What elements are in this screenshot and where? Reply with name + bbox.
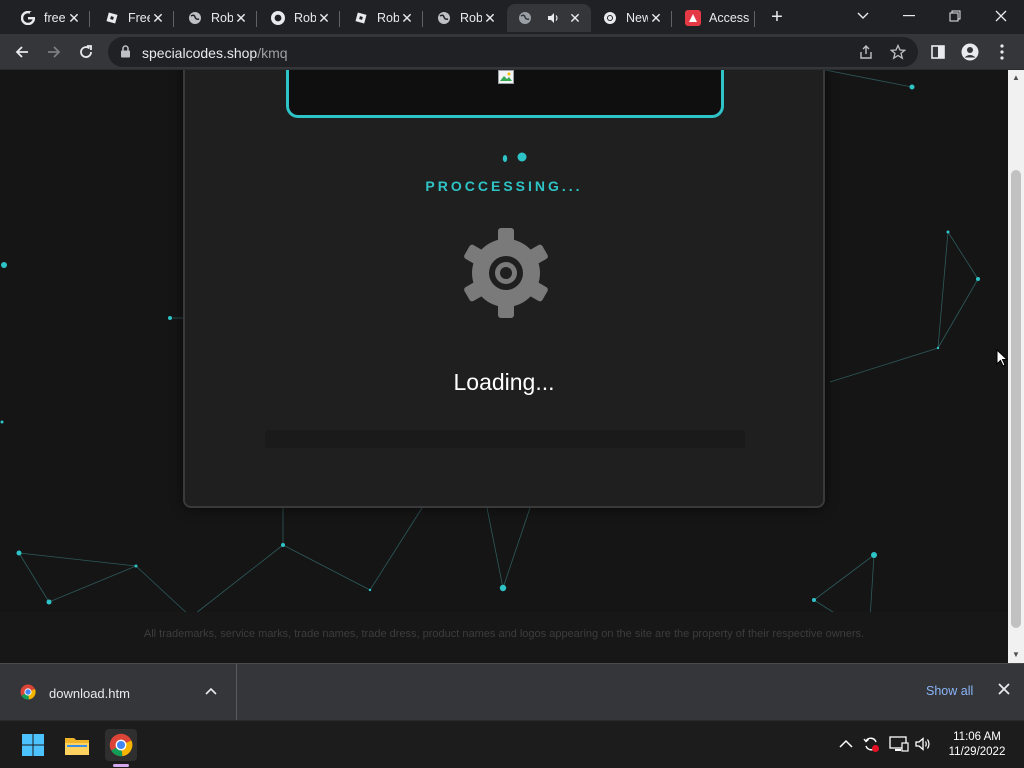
tab-search-icon[interactable] [840, 0, 886, 32]
forward-button[interactable] [40, 38, 68, 66]
close-tab-icon[interactable]: ✕ [648, 10, 664, 26]
loading-dots-icon [502, 152, 527, 162]
globe-icon [187, 10, 203, 26]
close-window-button[interactable] [978, 0, 1024, 32]
roblox-icon [104, 10, 120, 26]
chrome-icon [602, 10, 618, 26]
tab-separator [173, 11, 174, 27]
volume-icon[interactable] [914, 735, 932, 756]
tab-title: Robl [211, 11, 233, 25]
close-tab-icon[interactable]: ✕ [150, 10, 166, 26]
file-explorer-icon[interactable] [61, 729, 93, 761]
close-tab-icon[interactable]: ✕ [482, 10, 498, 26]
share-icon[interactable] [856, 42, 876, 62]
close-download-bar-icon[interactable] [998, 682, 1010, 700]
back-button[interactable] [8, 38, 36, 66]
tab-3[interactable]: Robl ✕ [177, 4, 257, 32]
loading-card: PROCCESSING... Loading... [183, 70, 825, 508]
lock-icon[interactable] [120, 45, 131, 63]
roblox-logo-icon [270, 10, 286, 26]
active-app-indicator [113, 764, 129, 767]
adobe-icon [685, 10, 701, 26]
close-tab-icon[interactable]: ✕ [399, 10, 415, 26]
close-tab-icon[interactable]: ✕ [567, 10, 583, 26]
url-text: specialcodes.shop/kmq [142, 45, 288, 61]
close-tab-icon[interactable]: ✕ [66, 10, 82, 26]
tab-5[interactable]: Robl ✕ [343, 4, 423, 32]
gear-icon [464, 228, 548, 318]
browser-toolbar: specialcodes.shop/kmq [0, 34, 1024, 70]
tab-2[interactable]: Free ✕ [94, 4, 174, 32]
show-all-downloads-link[interactable]: Show all [926, 684, 973, 698]
tab-9[interactable]: Access [675, 4, 755, 32]
processing-label: PROCCESSING... [425, 178, 583, 194]
page-viewport: PROCCESSING... Loading... All trademarks… [0, 70, 1008, 663]
chrome-taskbar-icon[interactable] [105, 729, 137, 761]
tab-8[interactable]: New ✕ [592, 4, 672, 32]
tab-1[interactable]: free ✕ [10, 4, 90, 32]
tab-separator [754, 11, 755, 27]
page-footer: All trademarks, service marks, trade nam… [0, 612, 1008, 663]
windows-logo-icon [22, 734, 44, 756]
url-path: /kmq [257, 45, 288, 61]
broken-image-icon [498, 70, 514, 84]
menu-kebab-icon[interactable] [988, 38, 1016, 66]
clock-time: 11:06 AM [953, 731, 1001, 743]
tab-title: Robl [294, 11, 316, 25]
restore-button[interactable] [932, 0, 978, 32]
reload-button[interactable] [72, 38, 100, 66]
download-bar: download.htm Show all [0, 663, 1024, 720]
chrome-file-icon [20, 684, 36, 705]
bookmark-star-icon[interactable] [888, 42, 908, 62]
windows-taskbar: 11:06 AM 11/29/2022 [0, 720, 1024, 768]
scrollbar-thumb[interactable] [1011, 170, 1021, 628]
tab-title: New [626, 11, 648, 25]
tab-title: free [44, 11, 66, 25]
mouse-cursor-icon [996, 349, 1008, 367]
tab-title: Free [128, 11, 150, 25]
tab-strip: free ✕ Free ✕ Robl ✕ Robl ✕ Robl ✕ [0, 0, 1024, 34]
globe-icon [436, 10, 452, 26]
footer-disclaimer: All trademarks, service marks, trade nam… [143, 628, 865, 640]
tab-6[interactable]: Robl ✕ [426, 4, 506, 32]
chevron-up-tray-icon[interactable] [839, 737, 853, 752]
side-panel-icon[interactable] [924, 38, 952, 66]
chevron-up-icon[interactable] [205, 684, 217, 698]
globe-icon [517, 10, 533, 26]
tab-7-active[interactable]: ✕ [507, 4, 591, 32]
network-icon[interactable] [889, 735, 909, 756]
download-filename: download.htm [49, 686, 130, 701]
google-icon [20, 10, 36, 26]
download-item[interactable]: download.htm [0, 664, 237, 720]
image-frame [286, 70, 724, 118]
tab-separator [339, 11, 340, 27]
url-domain: specialcodes.shop [142, 45, 258, 61]
tab-title: Access [709, 11, 749, 25]
close-tab-icon[interactable]: ✕ [233, 10, 249, 26]
scroll-down-icon[interactable]: ▼ [1011, 650, 1021, 660]
page-scrollbar[interactable]: ▲ ▼ [1008, 70, 1024, 663]
roblox-icon [353, 10, 369, 26]
tab-separator [89, 11, 90, 27]
speaker-icon[interactable] [545, 10, 561, 26]
tab-title: Robl [377, 11, 399, 25]
start-button[interactable] [17, 729, 49, 761]
tab-separator [422, 11, 423, 27]
progress-bar [265, 430, 745, 448]
sync-icon[interactable] [862, 735, 880, 756]
clock-date: 11/29/2022 [948, 746, 1006, 758]
tab-separator [256, 11, 257, 27]
scroll-up-icon[interactable]: ▲ [1011, 73, 1021, 83]
close-tab-icon[interactable]: ✕ [316, 10, 332, 26]
minimize-button[interactable] [886, 0, 932, 32]
loading-text: Loading... [453, 369, 555, 395]
tab-4[interactable]: Robl ✕ [260, 4, 340, 32]
new-tab-button[interactable]: + [764, 6, 790, 30]
profile-icon[interactable] [956, 38, 984, 66]
tab-separator [671, 11, 672, 27]
tab-title: Robl [460, 11, 482, 25]
system-clock[interactable]: 11:06 AM 11/29/2022 [942, 730, 1012, 760]
address-bar[interactable]: specialcodes.shop/kmq [108, 37, 918, 67]
